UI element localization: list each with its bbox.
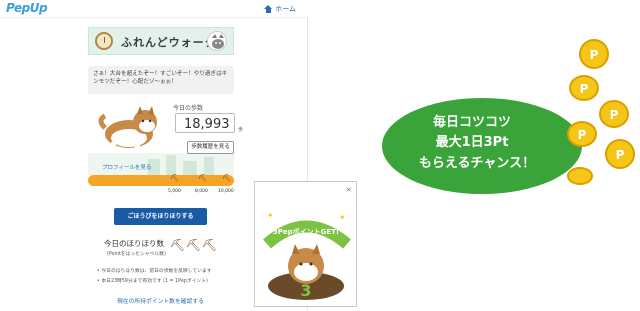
svg-text:P: P [616, 148, 625, 162]
close-icon[interactable]: × [345, 185, 352, 194]
dig-count-title: 今日のほりほり数 [104, 239, 164, 248]
profile-link[interactable]: プロフィールを見る [102, 163, 151, 171]
home-icon [264, 5, 273, 13]
progress-tick: 10,000 [218, 189, 234, 194]
top-bar: PepUp ホーム [0, 0, 308, 18]
coin-icon: P [569, 75, 599, 101]
note-item: • 本日23時59分まで有効です (1 = 1Pepポイント) [97, 279, 208, 284]
svg-text:P: P [578, 128, 587, 142]
points-popup: × 3PepポイントGET! 3 ✦ ✦ [254, 181, 357, 307]
step-history-button[interactable]: 歩数履歴を見る [187, 141, 234, 154]
app-logo[interactable]: PepUp [6, 1, 48, 15]
steps-value: 18,993 [184, 117, 230, 132]
svg-text:P: P [580, 82, 589, 96]
steps-label: 今日の歩数 [173, 105, 204, 112]
progress-tick: 5,000 [168, 189, 181, 194]
coin-stack-illustration: P P P P P [567, 39, 635, 185]
dig-count-subtitle: (Pointをほったシャベル数) [107, 252, 166, 257]
popup-number: 3 [300, 281, 311, 300]
shovel-icon: ⛏ [202, 238, 218, 252]
steps-progress-bar [88, 175, 234, 186]
note-item: • 今日のほりほり数は、前日の歩数を反映しています [97, 269, 212, 274]
coin-icon: P [605, 139, 635, 169]
promo-line-3: もらえるチャンス！ [419, 156, 535, 171]
svg-text:✦: ✦ [267, 211, 274, 220]
coin-icon [567, 167, 593, 185]
check-points-link[interactable]: 現在の所持ポイント数を確認する [117, 296, 204, 305]
shovel-icon: ⛏ [170, 238, 186, 252]
coin-icon: P [599, 100, 629, 128]
steps-unit: 歩 [238, 127, 244, 133]
coin-icon: P [567, 121, 597, 147]
shovel-icon: ⛏ [198, 174, 207, 182]
home-link[interactable]: ホーム [264, 4, 296, 14]
banner-title: ふれんどウォーク [121, 36, 217, 49]
progress-tick: 8,000 [195, 189, 208, 194]
shovel-icon: ⛏ [170, 174, 179, 182]
svg-text:P: P [610, 108, 619, 122]
clock-icon [95, 32, 113, 50]
svg-text:P: P [590, 48, 599, 62]
promo-line-1: 毎日コツコツ [433, 114, 511, 130]
home-label: ホーム [275, 5, 296, 13]
points-get-illustration: 3PepポイントGET! 3 ✦ ✦ [262, 211, 351, 300]
svg-text:✦: ✦ [339, 213, 346, 222]
promo-line-2: 最大1日3Pt [436, 134, 509, 150]
badge-text: 3PepポイントGET! [273, 227, 339, 236]
steps-display: 18,993 [175, 113, 235, 133]
shovel-icon: ⛏ [222, 174, 231, 182]
shiba-dog-illustration [95, 104, 165, 154]
cat-icon [207, 31, 227, 51]
walk-banner: ふれんどウォーク [88, 27, 234, 55]
coin-icon: P [579, 39, 609, 69]
character-speech: さぁ！大台を超えたぞー！すごいぞー！やり過ぎはキンモツだぞー！心配だゾ〜ぉぉ！ [88, 66, 234, 94]
dig-reward-button[interactable]: ごほうびをほりほりする [114, 208, 207, 225]
shovel-icon: ⛏ [186, 238, 202, 252]
